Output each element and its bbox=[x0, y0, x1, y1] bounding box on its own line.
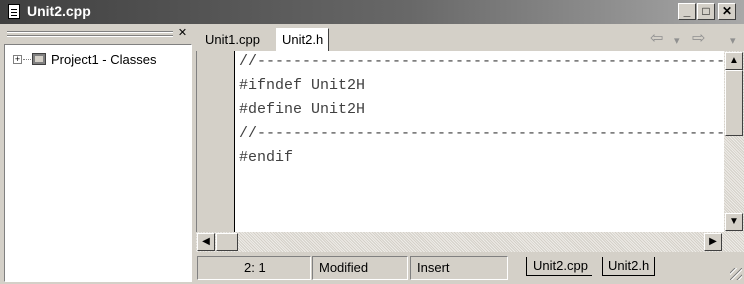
code-line: #define Unit2H bbox=[239, 101, 366, 118]
code-line: #endif bbox=[239, 149, 294, 166]
vertical-scroll-thumb[interactable] bbox=[725, 70, 743, 136]
scroll-left-icon[interactable]: ◀ bbox=[197, 233, 215, 251]
window-title: Unit2.cpp bbox=[27, 3, 91, 19]
minimize-button[interactable]: _ bbox=[678, 3, 696, 20]
tab-unit2-h[interactable]: Unit2.h bbox=[276, 28, 330, 52]
insert-mode-indicator: Insert bbox=[410, 256, 508, 280]
editor-window: ✕ + Project1 - Classes Unit1.cpp Unit2.h… bbox=[0, 24, 744, 284]
scroll-down-icon[interactable]: ▼ bbox=[725, 213, 743, 231]
vertical-scrollbar[interactable]: ▲ ▼ bbox=[724, 51, 744, 232]
modified-indicator: Modified bbox=[312, 256, 408, 280]
pane-grip[interactable] bbox=[7, 35, 173, 37]
back-arrow-icon[interactable]: ⇦ bbox=[650, 31, 663, 47]
pane-grip[interactable] bbox=[7, 31, 173, 33]
scroll-up-icon[interactable]: ▲ bbox=[725, 52, 743, 70]
scroll-right-icon[interactable]: ▶ bbox=[704, 233, 722, 251]
code-line: //--------------------------------------… bbox=[239, 125, 724, 142]
status-bar: 2: 1 Modified Insert Unit2.cpp Unit2.h bbox=[196, 253, 744, 282]
maximize-button[interactable]: □ bbox=[697, 3, 715, 20]
tree-connector bbox=[23, 59, 31, 60]
editor-gutter[interactable] bbox=[196, 51, 234, 232]
code-line: #ifndef Unit2H bbox=[239, 77, 366, 94]
close-button[interactable]: ✕ bbox=[718, 3, 736, 20]
class-explorer-tree: + Project1 - Classes bbox=[4, 44, 192, 282]
horizontal-scrollbar[interactable]: ◀ ▶ bbox=[196, 232, 744, 252]
tree-node-label: Project1 - Classes bbox=[51, 52, 157, 67]
close-pane-icon[interactable]: ✕ bbox=[176, 28, 189, 40]
title-bar[interactable]: Unit2.cpp _ □ ✕ bbox=[0, 0, 744, 24]
resize-grip-icon[interactable] bbox=[730, 268, 742, 280]
code-editor[interactable]: //--------------------------------------… bbox=[234, 51, 724, 232]
tab-unit1-cpp[interactable]: Unit1.cpp bbox=[200, 30, 265, 50]
horizontal-scroll-thumb[interactable] bbox=[216, 233, 238, 251]
document-icon bbox=[8, 4, 20, 19]
class-explorer-header: ✕ bbox=[4, 26, 192, 44]
back-dropdown-icon[interactable]: ▾ bbox=[674, 33, 680, 49]
code-line: //--------------------------------------… bbox=[239, 53, 724, 70]
status-tab-unit2-h[interactable]: Unit2.h bbox=[602, 257, 656, 276]
expand-icon[interactable]: + bbox=[13, 55, 22, 64]
status-tab-unit2-cpp[interactable]: Unit2.cpp bbox=[526, 257, 592, 276]
forward-arrow-icon[interactable]: ⇨ bbox=[692, 31, 705, 47]
forward-dropdown-icon[interactable]: ▾ bbox=[730, 33, 736, 49]
cursor-position: 2: 1 bbox=[197, 256, 311, 280]
file-tab-bar: Unit1.cpp Unit2.h ⇦ ▾ ⇨ ▾ bbox=[196, 26, 744, 52]
project-icon bbox=[32, 53, 46, 65]
